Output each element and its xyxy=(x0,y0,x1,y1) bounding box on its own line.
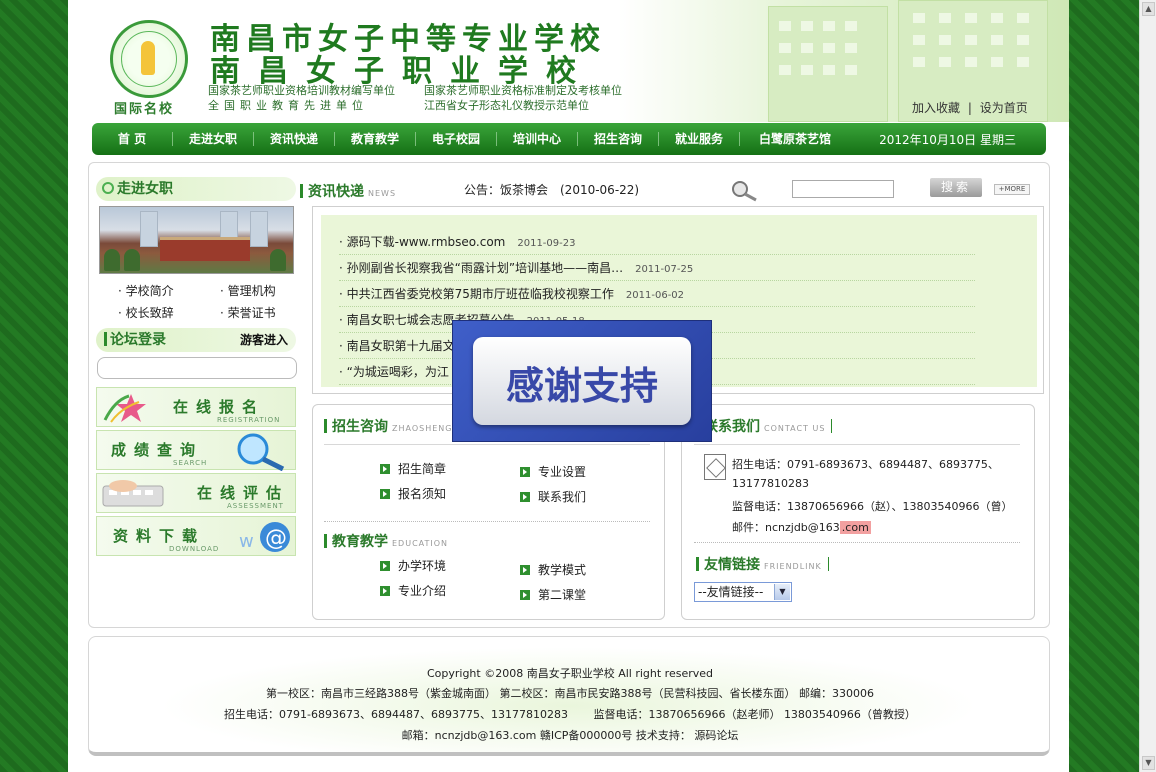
popup-card: 感谢支持 xyxy=(473,337,691,425)
about-links: · 管理机构 · 荣誉证书 xyxy=(220,280,276,324)
notice-text[interactable]: 公告：饭茶博会 (2010-06-22) xyxy=(464,181,639,198)
at-sign-icon: @ w xyxy=(239,522,290,552)
arrow-icon xyxy=(520,492,530,502)
circle-icon xyxy=(102,182,114,194)
nav-item-employment[interactable]: 就业服务 xyxy=(659,123,739,155)
link-environment[interactable]: 办学环境 xyxy=(380,557,446,574)
link-contact-us[interactable]: 联系我们 xyxy=(520,488,586,505)
mail-icon xyxy=(704,454,726,480)
nav-item-tea-house[interactable]: 白鹭原茶艺馆 xyxy=(740,123,850,155)
more-button[interactable]: +MORE xyxy=(994,184,1030,195)
arrow-icon xyxy=(520,467,530,477)
link-major-intro[interactable]: 专业介绍 xyxy=(380,582,446,599)
news-item[interactable]: · 孙刚副省长视察我省“雨露计划”培训基地——南昌… 2011-07-25 xyxy=(339,255,975,281)
forum-section-header: 论坛登录 游客进入 xyxy=(96,328,296,352)
nav-item-ecampus[interactable]: 电子校园 xyxy=(416,123,496,155)
building-graphic xyxy=(768,6,888,122)
friendlinks-select[interactable]: --友情链接-- ▼ xyxy=(694,582,792,602)
school-logo xyxy=(110,20,188,98)
main-nav: 首 页 走进女职 资讯快递 教育教学 电子校园 培训中心 招生咨询 就业服务 白… xyxy=(92,123,1046,155)
score-search-banner[interactable]: 成绩查询 SEARCH xyxy=(96,430,296,471)
footer-phones: 招生电话：0791-6893673、6894487、6893775、131778… xyxy=(224,708,916,721)
footer-email-icp: 邮箱：ncnzjdb@163.com 赣ICP备000000号 技术支持： 源码… xyxy=(401,729,739,742)
campus-photo[interactable] xyxy=(99,206,294,274)
online-assessment-banner[interactable]: 在线评估 ASSESSMENT xyxy=(96,473,296,513)
education-title: 教育教学 EDUCATION xyxy=(324,531,448,551)
link-management[interactable]: · 管理机构 xyxy=(220,280,276,302)
nav-item-about[interactable]: 走进女职 xyxy=(173,123,253,155)
link-second-classroom[interactable]: 第二课堂 xyxy=(520,586,586,603)
guest-enter-link[interactable]: 游客进入 xyxy=(240,328,288,352)
logo-caption: 国际名校 xyxy=(114,102,175,117)
header-links: 加入收藏 | 设为首页 xyxy=(912,99,1028,116)
search-icon xyxy=(732,181,757,202)
arrow-icon xyxy=(380,464,390,474)
admission-phone-mobile: 13177810283 xyxy=(732,477,809,490)
search-input[interactable] xyxy=(792,180,894,198)
popup-text: 感谢支持 xyxy=(505,364,658,408)
friendlinks-title: 友情链接 FRIENDLINK xyxy=(696,554,829,574)
link-honors[interactable]: · 荣誉证书 xyxy=(220,302,276,324)
nav-item-news[interactable]: 资讯快递 xyxy=(254,123,334,155)
admission-phone: 招生电话：0791-6893673、6894487、6893775、 xyxy=(732,458,999,471)
nav-date: 2012年10月10日 星期三 xyxy=(879,132,1016,147)
vertical-scrollbar[interactable]: ▲ ▼ xyxy=(1139,0,1156,772)
add-favorite-link[interactable]: 加入收藏 xyxy=(912,101,960,115)
about-title: 走进女职 xyxy=(117,181,173,197)
nav-item-education[interactable]: 教育教学 xyxy=(335,123,415,155)
svg-text:@: @ xyxy=(265,526,287,551)
footer-copyright: Copyright ©2008 南昌女子职业学校 All right reser… xyxy=(426,667,714,680)
thanks-popup[interactable]: 感谢支持 xyxy=(452,320,712,442)
footer: Copyright ©2008 南昌女子职业学校 All right reser… xyxy=(88,636,1050,756)
news-section-title: 资讯快递 NEWS xyxy=(300,181,396,201)
supervise-phone: 监督电话：13870656966（赵）、13803540966（曾） xyxy=(732,500,1013,513)
star-icon xyxy=(103,394,146,423)
arrow-icon xyxy=(520,590,530,600)
nav-item-admissions[interactable]: 招生咨询 xyxy=(578,123,658,155)
admissions-title: 招生咨询 ZHAOSHENG xyxy=(324,416,452,436)
link-enroll-notice[interactable]: 报名须知 xyxy=(380,485,446,502)
keyboard-icon xyxy=(102,480,164,507)
set-homepage-link[interactable]: 设为首页 xyxy=(980,101,1028,115)
forum-title: 论坛登录 xyxy=(110,332,166,348)
contact-title: 联系我们 CONTACT US xyxy=(696,416,833,436)
link-principal[interactable]: · 校长致辞 xyxy=(118,302,174,324)
online-registration-banner[interactable]: 在线报名 REGISTRATION xyxy=(96,387,296,427)
nav-item-home[interactable]: 首 页 xyxy=(92,123,172,155)
link-admission-guide[interactable]: 招生简章 xyxy=(380,460,446,477)
svg-text:w: w xyxy=(239,531,254,552)
arrow-icon xyxy=(380,561,390,571)
scroll-up-icon[interactable]: ▲ xyxy=(1142,2,1155,16)
chevron-down-icon: ▼ xyxy=(774,584,790,600)
scroll-down-icon[interactable]: ▼ xyxy=(1142,756,1155,770)
link-teaching-mode[interactable]: 教学模式 xyxy=(520,561,586,578)
about-links: · 学校简介 · 校长致辞 xyxy=(118,280,174,324)
header: 国际名校 南昌市女子中等专业学校 南昌女子职业学校 国家茶艺师职业资格培训教材编… xyxy=(68,0,1069,122)
header-subtitle: 江西省女子形态礼仪教授示范单位 xyxy=(424,99,589,112)
footer-address: 第一校区：南昌市三经路388号（紫金城南面） 第二校区：南昌市民安路388号（民… xyxy=(266,687,874,700)
page: 国际名校 南昌市女子中等专业学校 南昌女子职业学校 国家茶艺师职业资格培训教材编… xyxy=(68,0,1069,772)
search-button[interactable]: 搜索 xyxy=(930,178,982,197)
forum-login-field[interactable] xyxy=(97,357,297,379)
separator: | xyxy=(967,101,972,115)
link-school-intro[interactable]: · 学校简介 xyxy=(118,280,174,302)
arrow-icon xyxy=(380,489,390,499)
magnifier-icon xyxy=(237,433,285,471)
news-item[interactable]: · 源码下载-www.rmbseo.com 2011-09-23 xyxy=(339,229,975,255)
arrow-icon xyxy=(380,586,390,596)
nav-item-training[interactable]: 培训中心 xyxy=(497,123,577,155)
header-subtitle: 国家茶艺师职业资格培训教材编写单位 xyxy=(208,84,395,97)
arrow-icon xyxy=(520,565,530,575)
header-subtitle: 国家茶艺师职业资格标准制定及考核单位 xyxy=(424,84,622,97)
about-section-header: 走进女职 xyxy=(96,177,296,201)
contact-email[interactable]: 邮件：ncnzjdb@163 .com xyxy=(732,519,871,535)
news-item[interactable]: · 中共江西省委党校第75期市厅班莅临我校视察工作 2011-06-02 xyxy=(339,281,975,307)
link-majors[interactable]: 专业设置 xyxy=(520,463,586,480)
header-subtitle: 全国职业教育先进单位 xyxy=(208,99,368,112)
download-banner[interactable]: 资料下载 DOWNLOAD @ w xyxy=(96,516,296,556)
